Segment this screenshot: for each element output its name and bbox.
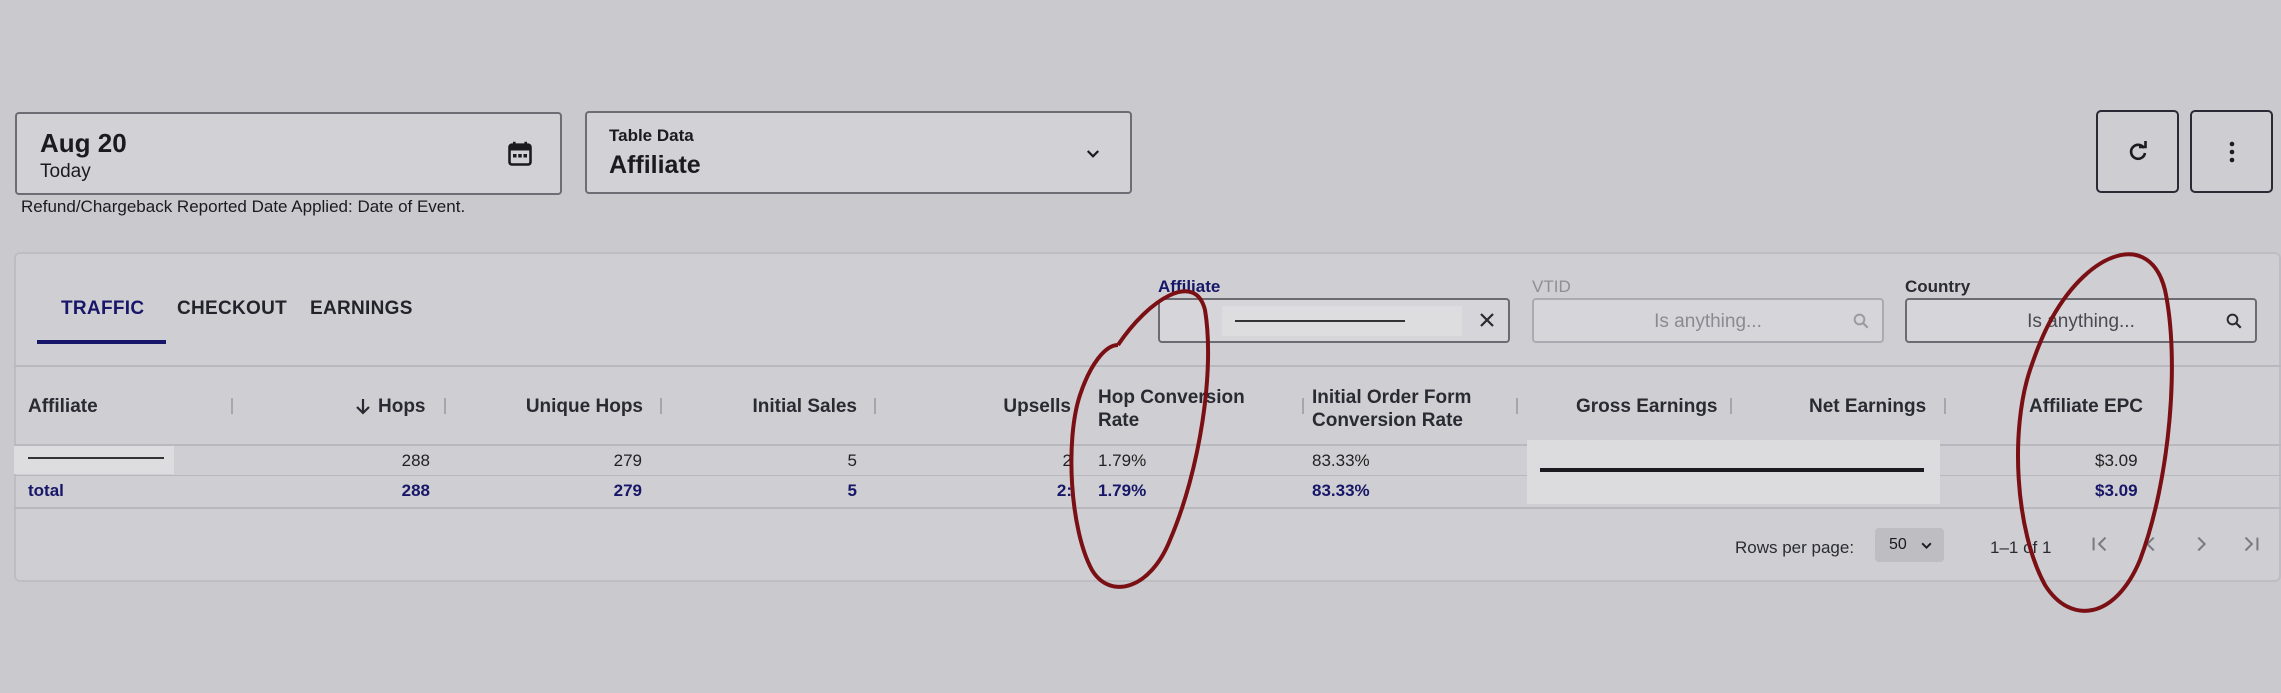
- redaction-mark: [1540, 468, 1924, 472]
- rows-per-page-select[interactable]: 50: [1875, 528, 1944, 562]
- tab-earnings[interactable]: EARNINGS: [310, 298, 413, 320]
- refund-note: Refund/Chargeback Reported Date Applied:…: [21, 197, 466, 216]
- last-page-icon[interactable]: [2240, 533, 2262, 555]
- column-separator: [1730, 398, 1732, 414]
- search-icon: [1853, 313, 1869, 329]
- total-label: total: [28, 481, 64, 500]
- tab-checkout[interactable]: CHECKOUT: [177, 298, 287, 320]
- table-data-value: Affiliate: [609, 151, 701, 179]
- chevron-down-icon: [1086, 150, 1100, 158]
- column-separator: [231, 398, 233, 414]
- column-separator: [660, 398, 662, 414]
- column-separator: [1944, 398, 1946, 414]
- country-filter-input[interactable]: Is anything...: [1905, 298, 2257, 343]
- cell-hop-conversion-rate: 1.79%: [1098, 451, 1147, 470]
- active-tab-indicator: [37, 340, 166, 344]
- total-initial-order-conversion: 83.33%: [1312, 481, 1370, 500]
- refresh-button[interactable]: [2096, 110, 2179, 193]
- column-separator: [1516, 398, 1518, 414]
- column-header-upsells[interactable]: Upsells: [900, 396, 1071, 418]
- total-affiliate-epc: $3.09: [2095, 481, 2138, 500]
- column-separator: [874, 398, 876, 414]
- total-hop-conversion-rate: 1.79%: [1098, 481, 1147, 500]
- date-picker-subtitle: Today: [40, 161, 91, 182]
- sort-down-icon[interactable]: [356, 398, 370, 415]
- column-separator: [444, 398, 446, 414]
- vtid-filter-input[interactable]: Is anything...: [1532, 298, 1884, 343]
- total-upsells: 2:: [1056, 481, 1072, 500]
- cell-initial-order-conversion: 83.33%: [1312, 451, 1370, 470]
- prev-page-icon[interactable]: [2140, 533, 2162, 555]
- date-picker-date: Aug 20: [40, 128, 127, 158]
- column-header-line: Rate: [1098, 410, 1140, 431]
- date-picker[interactable]: Aug 20 Today: [15, 112, 562, 195]
- redaction: [1527, 440, 1940, 504]
- column-header-line: Initial Order Form: [1312, 387, 1472, 408]
- total-initial-sales: 5: [847, 481, 857, 500]
- column-header-hop-conversion-rate[interactable]: Hop Conversion Rate: [1098, 386, 1245, 432]
- total-hops: 288: [401, 481, 430, 500]
- column-header-hops[interactable]: Hops: [378, 396, 426, 418]
- column-header-initial-order-conversion[interactable]: Initial Order Form Conversion Rate: [1312, 386, 1471, 432]
- rows-per-page-value: 50: [1889, 536, 1907, 553]
- cell-hops: 288: [401, 451, 430, 470]
- table-data-label: Table Data: [609, 126, 694, 145]
- calendar-icon[interactable]: [506, 140, 534, 168]
- divider: [14, 365, 2281, 367]
- column-header-gross-earnings[interactable]: Gross Earnings: [1576, 396, 1718, 418]
- more-vert-icon: [2229, 141, 2234, 162]
- redaction-mark: [28, 457, 164, 459]
- table-data-select[interactable]: Table Data Affiliate: [585, 111, 1132, 194]
- affiliate-filter-input[interactable]: [1158, 298, 1510, 343]
- column-header-affiliate[interactable]: Affiliate: [28, 396, 98, 418]
- column-header-unique-hops[interactable]: Unique Hops: [470, 396, 643, 418]
- column-separator: [1302, 398, 1304, 414]
- affiliate-filter-label: Affiliate: [1158, 277, 1221, 296]
- next-page-icon[interactable]: [2190, 533, 2212, 555]
- vtid-filter-label: VTID: [1532, 277, 1571, 296]
- column-header-line: Hop Conversion: [1098, 387, 1245, 408]
- divider: [14, 475, 2281, 476]
- search-icon: [2226, 313, 2242, 329]
- pagination-range: 1–1 of 1: [1990, 538, 2052, 557]
- divider: [14, 444, 2281, 446]
- rows-per-page-label: Rows per page:: [1735, 538, 1855, 557]
- vtid-filter-placeholder: Is anything...: [1654, 311, 1762, 332]
- country-filter-placeholder: Is anything...: [2027, 311, 2135, 332]
- first-page-icon[interactable]: [2089, 533, 2111, 555]
- chevron-down-icon: [1921, 542, 1932, 550]
- redaction: [14, 446, 174, 474]
- column-header-net-earnings[interactable]: Net Earnings: [1809, 396, 1926, 418]
- total-unique-hops: 279: [613, 481, 642, 500]
- cell-affiliate-epc: $3.09: [2095, 451, 2138, 470]
- refresh-icon: [2129, 140, 2147, 160]
- column-header-affiliate-epc[interactable]: Affiliate EPC: [2029, 396, 2143, 418]
- cell-initial-sales: 5: [847, 451, 857, 470]
- cell-unique-hops: 279: [613, 451, 642, 470]
- column-header-initial-sales[interactable]: Initial Sales: [690, 396, 857, 418]
- cell-upsells: 2: [1062, 451, 1072, 470]
- tab-traffic[interactable]: TRAFFIC: [61, 298, 144, 320]
- close-icon[interactable]: [1478, 311, 1496, 329]
- column-header-line: Conversion Rate: [1312, 410, 1463, 431]
- redaction-mark: [1235, 320, 1405, 322]
- divider: [14, 507, 2281, 509]
- more-options-button[interactable]: [2190, 110, 2273, 193]
- country-filter-label: Country: [1905, 277, 1971, 296]
